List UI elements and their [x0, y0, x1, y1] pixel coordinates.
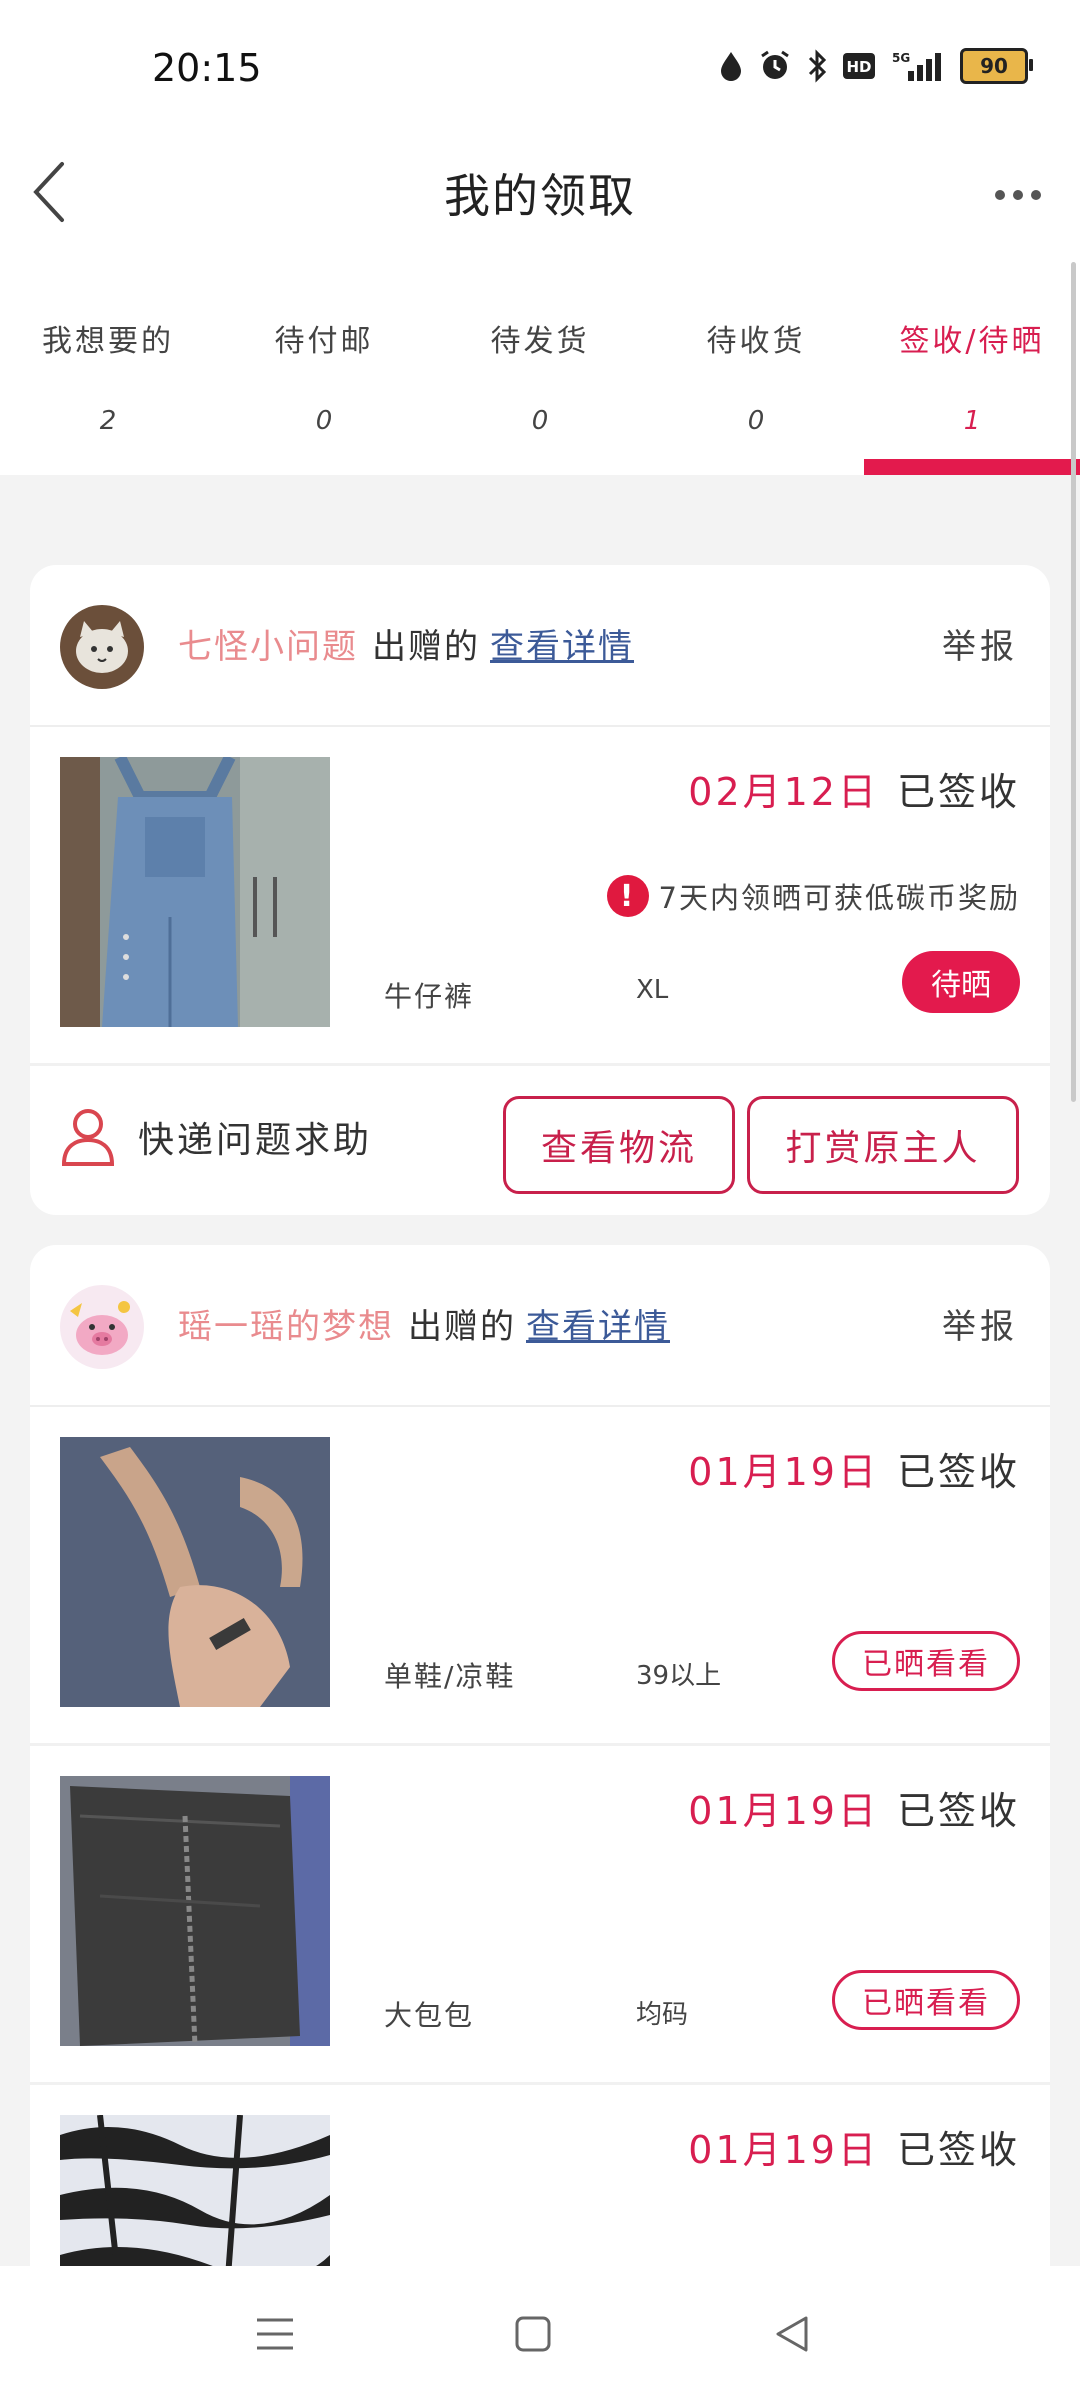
home-button[interactable]	[501, 2302, 565, 2366]
signed-date: 01月19日 已签收	[688, 1780, 1020, 1835]
help-label: 快递问题求助	[138, 1120, 373, 1161]
item-image-jeans[interactable]	[60, 757, 330, 1027]
item-name: 牛仔裤	[384, 980, 475, 1013]
system-nav-bar	[0, 2266, 1080, 2400]
tab-count: 0	[531, 406, 549, 436]
notice-text: 7天内领晒可获低碳币奖励	[658, 881, 1020, 915]
tab-pending-shipment[interactable]: 待发货 0	[432, 260, 648, 475]
item-name: 单鞋/凉鞋	[384, 1660, 516, 1693]
giver-name[interactable]: 七怪小问题	[178, 627, 358, 667]
report-button[interactable]: 举报	[942, 1299, 1018, 1348]
date-text: 01月19日	[688, 1789, 879, 1833]
sandals-image	[60, 1437, 330, 1707]
bag-image	[60, 1776, 330, 2046]
view-details-link[interactable]: 查看详情	[526, 1307, 670, 1347]
overalls-image	[60, 757, 330, 1027]
date-text: 02月12日	[688, 770, 879, 814]
scrollbar[interactable]	[1071, 262, 1076, 1102]
cat-avatar-icon	[60, 605, 144, 689]
menu-icon	[257, 2318, 293, 2350]
tab-count: 0	[747, 406, 765, 436]
reward-owner-button[interactable]: 打赏原主人	[747, 1096, 1019, 1194]
signed-status: 已签收	[896, 770, 1020, 814]
back-triangle-icon	[776, 2316, 808, 2352]
signed-date: 01月19日 已签收	[688, 1441, 1020, 1496]
more-options-button[interactable]	[984, 170, 1052, 220]
signed-status: 已签收	[896, 2128, 1020, 2172]
signed-date: 01月19日 已签收	[688, 2119, 1020, 2174]
tab-signed-to-share[interactable]: 签收/待晒 1	[864, 260, 1080, 475]
tab-pending-receipt[interactable]: 待收货 0	[648, 260, 864, 475]
card-header: 七怪小问题 出赠的 查看详情 举报	[30, 565, 1050, 727]
tab-label: 待付邮	[274, 324, 374, 359]
hd-icon: HD	[842, 51, 876, 81]
signed-status: 已签收	[896, 1789, 1020, 1833]
card-actions: 快递问题求助 查看物流 打赏原主人	[30, 1066, 1050, 1215]
tab-label: 签收/待晒	[899, 324, 1045, 359]
user-icon	[61, 1109, 115, 1166]
signed-status: 已签收	[896, 1450, 1020, 1494]
date-text: 01月19日	[688, 2128, 879, 2172]
home-square-icon	[515, 2316, 551, 2352]
bluetooth-icon	[806, 49, 828, 83]
signed-date: 02月12日 已签收	[688, 761, 1020, 816]
gift-card: 七怪小问题 出赠的 查看详情 举报 02月12日 已签收 ! 7天内领晒可获低碳币奖励	[30, 565, 1050, 1215]
svg-text:HD: HD	[846, 58, 871, 76]
status-icons: HD 5G 90	[718, 48, 1033, 84]
more-dot-icon	[1013, 190, 1023, 200]
view-details-link[interactable]: 查看详情	[490, 627, 634, 667]
water-drop-icon	[718, 50, 744, 82]
status-tabs: 我想要的 2 待付邮 0 待发货 0 待收货 0 签收/待晒 1	[0, 260, 1080, 475]
item-image-bag[interactable]	[60, 1776, 330, 2046]
gift-card: 瑶一瑶的梦想 出赠的 查看详情 举报 01月19日 已签收 单鞋/凉鞋 39以上 已晒…	[30, 1245, 1050, 2345]
more-dot-icon	[995, 190, 1005, 200]
alarm-icon	[758, 49, 792, 83]
card-header: 瑶一瑶的梦想 出赠的 查看详情 举报	[30, 1245, 1050, 1407]
status-bar: 20:15 HD 5G 90	[0, 0, 1080, 130]
battery-icon: 90	[960, 48, 1033, 84]
more-dot-icon	[1031, 190, 1041, 200]
tab-label: 待收货	[706, 324, 806, 359]
item-name: 大包包	[384, 1999, 475, 2032]
tab-count: 0	[315, 406, 333, 436]
avatar[interactable]	[60, 605, 144, 689]
svg-text:5G: 5G	[892, 51, 910, 65]
delivery-help-button[interactable]: 快递问题求助	[60, 1106, 372, 1168]
tab-count: 1	[963, 406, 981, 436]
item-size: 均码	[636, 2000, 689, 2030]
giver-info: 瑶一瑶的梦想 出赠的 查看详情	[178, 1299, 670, 1348]
to-share-button[interactable]: 待晒	[902, 951, 1020, 1013]
given-suffix: 出赠的	[408, 1307, 516, 1347]
signal-5g-icon: 5G	[890, 49, 946, 83]
tab-count: 2	[99, 406, 117, 436]
tab-label: 我想要的	[42, 324, 174, 359]
status-time: 20:15	[152, 46, 262, 90]
tab-wanted[interactable]: 我想要的 2	[0, 260, 216, 475]
gift-item[interactable]: 02月12日 已签收 ! 7天内领晒可获低碳币奖励 牛仔裤 XL 待晒	[30, 727, 1050, 1066]
back-nav-button[interactable]	[760, 2302, 824, 2366]
warning-icon: !	[606, 875, 649, 917]
gift-item[interactable]: 01月19日 已签收 单鞋/凉鞋 39以上 已晒看看	[30, 1407, 1050, 1746]
given-suffix: 出赠的	[372, 627, 480, 667]
view-shared-button[interactable]: 已晒看看	[832, 1631, 1020, 1691]
item-image-sandals[interactable]	[60, 1437, 330, 1707]
avatar[interactable]	[60, 1285, 144, 1369]
view-shared-button[interactable]: 已晒看看	[832, 1970, 1020, 2030]
app-header: 我的领取	[0, 130, 1080, 260]
item-size: XL	[636, 975, 669, 1005]
tab-pending-postage[interactable]: 待付邮 0	[216, 260, 432, 475]
page-title: 我的领取	[444, 169, 636, 223]
reward-notice: ! 7天内领晒可获低碳币奖励	[606, 875, 1020, 917]
giver-name[interactable]: 瑶一瑶的梦想	[178, 1307, 394, 1347]
report-button[interactable]: 举报	[942, 619, 1018, 668]
tab-label: 待发货	[490, 324, 590, 359]
view-logistics-button[interactable]: 查看物流	[503, 1096, 735, 1194]
menu-button[interactable]	[243, 2302, 307, 2366]
gift-item[interactable]: 01月19日 已签收 大包包 均码 已晒看看	[30, 1746, 1050, 2085]
giver-info: 七怪小问题 出赠的 查看详情	[178, 619, 634, 668]
pig-avatar-icon	[60, 1285, 144, 1369]
date-text: 01月19日	[688, 1450, 879, 1494]
item-size: 39以上	[636, 1661, 722, 1691]
